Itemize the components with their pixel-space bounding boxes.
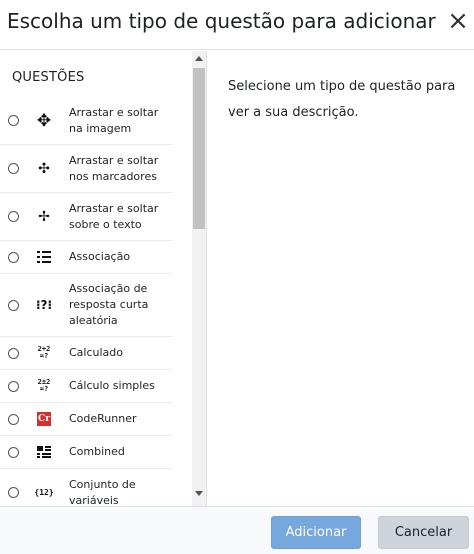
move-cross-icon: ✥ <box>36 110 52 131</box>
list-item[interactable]: Combined <box>0 436 172 469</box>
radio-button[interactable] <box>8 163 19 174</box>
question-type-list: ✥ Arrastar e soltar na imagem ✣ Arrastar… <box>0 97 192 506</box>
dialog-footer: Adicionar Cancelar <box>0 506 474 554</box>
calculated-icon: 2+2 =? <box>37 345 51 360</box>
scroll-down-arrow-icon[interactable] <box>195 491 203 496</box>
scroll-thumb[interactable] <box>193 68 205 229</box>
list-item[interactable]: Associação <box>0 241 172 274</box>
radio-button[interactable] <box>8 446 19 458</box>
dialog-header: Escolha um tipo de questão para adiciona… <box>0 0 474 50</box>
section-title: QUESTÕES <box>12 70 85 85</box>
list-item[interactable]: 2+2 =? Calculado <box>0 337 172 370</box>
list-match-icon <box>35 248 53 266</box>
scrollbar[interactable] <box>192 51 206 506</box>
random-match-icon: ⁝?⁝ <box>35 298 53 312</box>
option-label: Calculado <box>69 346 124 359</box>
list-item[interactable]: ✥ Arrastar e soltar na imagem <box>0 97 172 145</box>
list-item[interactable]: ✢ Arrastar e soltar sobre o texto <box>0 193 172 241</box>
dataset-icon: {12} <box>34 488 54 497</box>
option-label: Conjunto de variáveis <box>69 477 136 507</box>
calculated-simple-icon: 2±2 =? <box>37 378 51 393</box>
list-item[interactable]: Cr CodeRunner <box>0 403 172 436</box>
question-description: Selecione um tipo de questão para ver a … <box>228 79 456 120</box>
add-button[interactable]: Adicionar <box>271 516 361 549</box>
option-label: Cálculo simples <box>69 379 155 392</box>
radio-button[interactable] <box>8 299 19 311</box>
radio-button[interactable] <box>8 487 19 498</box>
coderunner-icon: Cr <box>37 412 51 426</box>
scroll-up-arrow-icon[interactable] <box>195 56 203 61</box>
dialog-title: Escolha um tipo de questão para adiciona… <box>7 9 436 33</box>
radio-button[interactable] <box>8 251 19 263</box>
radio-button[interactable] <box>8 347 19 359</box>
list-item[interactable]: ✣ Arrastar e soltar nos marcadores <box>0 145 172 193</box>
question-type-list-pane: QUESTÕES ✥ Arrastar e soltar na imagem ✣… <box>0 51 207 506</box>
radio-button[interactable] <box>8 380 19 392</box>
cancel-button[interactable]: Cancelar <box>378 516 469 549</box>
radio-button[interactable] <box>8 413 19 425</box>
option-label: Associação <box>69 250 131 263</box>
list-item[interactable]: 2±2 =? Cálculo simples <box>0 370 172 403</box>
option-label: CodeRunner <box>69 412 137 425</box>
option-label: Arrastar e soltar nos marcadores <box>69 153 159 183</box>
option-label: Arrastar e soltar sobre o texto <box>69 201 159 231</box>
close-button[interactable]: × <box>446 6 470 36</box>
list-item[interactable]: ⁝?⁝ Associação de resposta curta aleatór… <box>0 274 172 337</box>
option-label: Arrastar e soltar na imagem <box>69 105 159 135</box>
option-label: Combined <box>69 445 125 458</box>
radio-button[interactable] <box>8 211 19 222</box>
dialog-body: QUESTÕES ✥ Arrastar e soltar na imagem ✣… <box>0 51 474 506</box>
option-label: Associação de resposta curta aleatória <box>69 282 149 327</box>
move-markers-icon: ✣ <box>38 160 50 177</box>
move-text-icon: ✢ <box>38 208 50 225</box>
combined-icon <box>35 443 53 461</box>
radio-button[interactable] <box>8 115 19 126</box>
list-item[interactable]: {12} Conjunto de variáveis <box>0 469 172 506</box>
